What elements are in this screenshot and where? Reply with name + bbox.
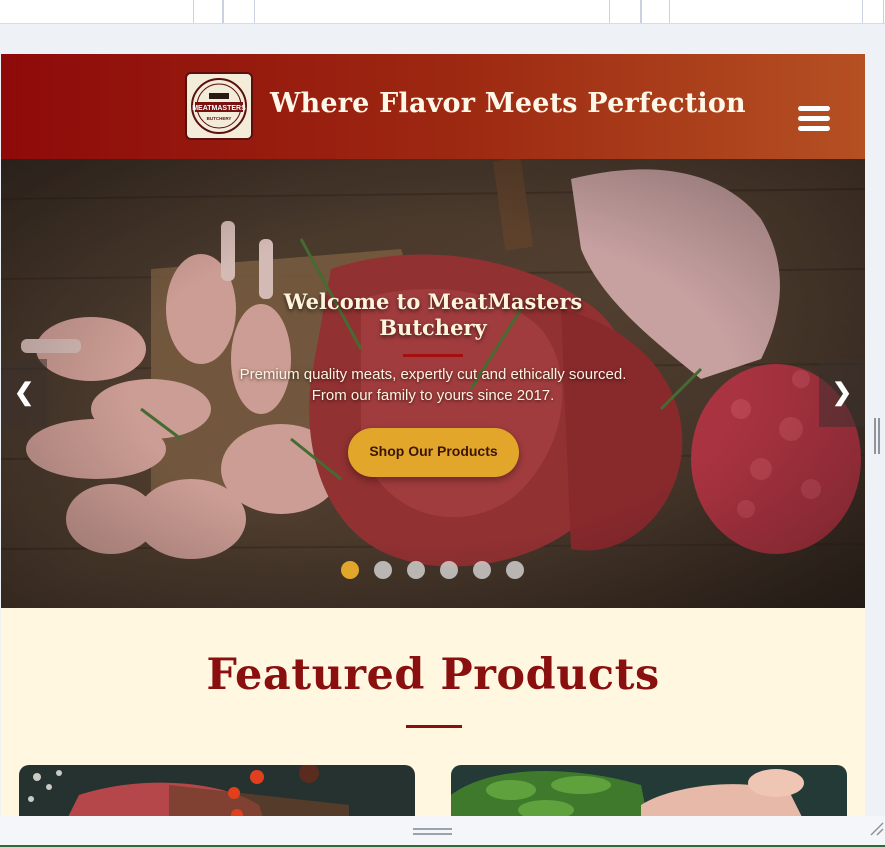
logo-subtext: BUTCHERY: [207, 116, 232, 121]
logo-emblem-icon: MEATMASTERS BUTCHERY: [191, 78, 247, 134]
strip-cell: [223, 0, 255, 23]
carousel-prev-icon[interactable]: ❮: [1, 359, 47, 427]
carousel-dot-3[interactable]: [407, 561, 425, 579]
featured-heading-divider: [406, 725, 462, 728]
product-image-chicken: [451, 765, 847, 816]
featured-products-heading: Featured Products: [206, 650, 660, 700]
carousel-next-icon[interactable]: ❯: [819, 359, 865, 427]
strip-cell: [862, 0, 884, 23]
strip-cell: [609, 0, 641, 23]
hero-carousel: Welcome to MeatMasters Butchery Premium …: [1, 159, 865, 608]
hero-subtitle: Premium quality meats, expertly cut and …: [239, 366, 627, 404]
bottom-drag-handle-icon[interactable]: [413, 828, 452, 836]
product-card-2-image[interactable]: [451, 765, 847, 816]
carousel-dot-2[interactable]: [374, 561, 392, 579]
shop-products-button[interactable]: Shop Our Products: [348, 428, 519, 477]
browser-top-strip: [0, 0, 885, 24]
side-resize-handle[interactable]: [874, 418, 880, 454]
viewport-gap: [0, 24, 885, 54]
site-tagline: Where Flavor Meets Perfection: [270, 88, 746, 119]
carousel-dot-6[interactable]: [506, 561, 524, 579]
product-card-1-image[interactable]: [19, 765, 415, 816]
logo-text: MEATMASTERS: [192, 105, 246, 112]
carousel-dot-1[interactable]: [341, 561, 359, 579]
carousel-dot-4[interactable]: [440, 561, 458, 579]
website-frame: MEATMASTERS BUTCHERY Where Flavor Meets …: [1, 54, 865, 816]
hamburger-menu-icon[interactable]: [798, 106, 830, 136]
strip-cell: [193, 0, 223, 23]
carousel-dot-5[interactable]: [473, 561, 491, 579]
strip-cell: [641, 0, 670, 23]
product-image-steak: [19, 765, 415, 816]
site-header: MEATMASTERS BUTCHERY Where Flavor Meets …: [1, 54, 865, 159]
hero-title: Welcome to MeatMasters Butchery: [283, 289, 583, 340]
site-logo[interactable]: MEATMASTERS BUTCHERY: [185, 72, 253, 140]
corner-resize-icon[interactable]: [868, 820, 884, 836]
hero-title-divider: [403, 354, 463, 357]
